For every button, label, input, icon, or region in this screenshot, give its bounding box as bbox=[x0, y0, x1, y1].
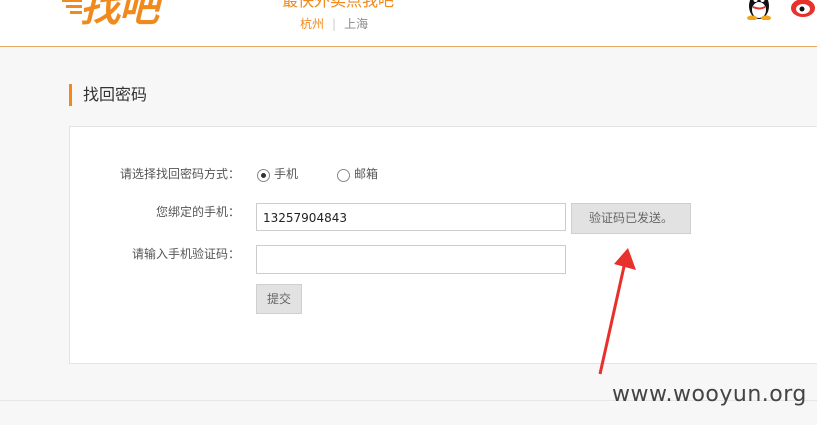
verification-code-field[interactable] bbox=[256, 245, 566, 274]
city-hangzhou[interactable]: 杭州 bbox=[300, 17, 324, 31]
phone-field[interactable]: 13257904843 bbox=[256, 203, 566, 231]
recover-password-form: 请选择找回密码方式： 手机 邮箱 您绑定的手机： 13257904843 验证码… bbox=[69, 126, 817, 364]
qq-icon[interactable] bbox=[745, 0, 773, 20]
site-logo[interactable]: 找吧 bbox=[62, 0, 159, 31]
page-title: 找回密码 bbox=[69, 84, 147, 106]
logo-text: 找吧 bbox=[80, 0, 159, 31]
site-header: 找吧 最快外卖点我吧 杭州 | 上海 bbox=[0, 0, 817, 47]
method-label: 请选择找回密码方式： bbox=[119, 167, 240, 181]
method-phone-label[interactable]: 手机 bbox=[274, 166, 298, 182]
radio-selected-dot bbox=[261, 173, 266, 178]
city-shanghai[interactable]: 上海 bbox=[344, 17, 368, 31]
code-label: 请输入手机验证码： bbox=[131, 247, 240, 261]
send-code-button[interactable]: 验证码已发送。 bbox=[571, 203, 691, 234]
weibo-icon[interactable] bbox=[790, 0, 817, 20]
phone-label: 您绑定的手机： bbox=[155, 205, 240, 219]
annotation-arrow bbox=[598, 248, 636, 375]
method-phone-radio[interactable] bbox=[257, 169, 270, 182]
city-separator: | bbox=[332, 17, 337, 31]
submit-button[interactable]: 提交 bbox=[256, 284, 302, 314]
watermark-text: www.wooyun.org bbox=[612, 382, 807, 407]
site-slogan: 最快外卖点我吧 bbox=[282, 0, 395, 10]
method-email-radio[interactable] bbox=[337, 169, 350, 182]
speed-lines-icon bbox=[62, 0, 82, 14]
city-switcher: 杭州 | 上海 bbox=[300, 15, 368, 32]
method-email-label[interactable]: 邮箱 bbox=[354, 166, 378, 182]
